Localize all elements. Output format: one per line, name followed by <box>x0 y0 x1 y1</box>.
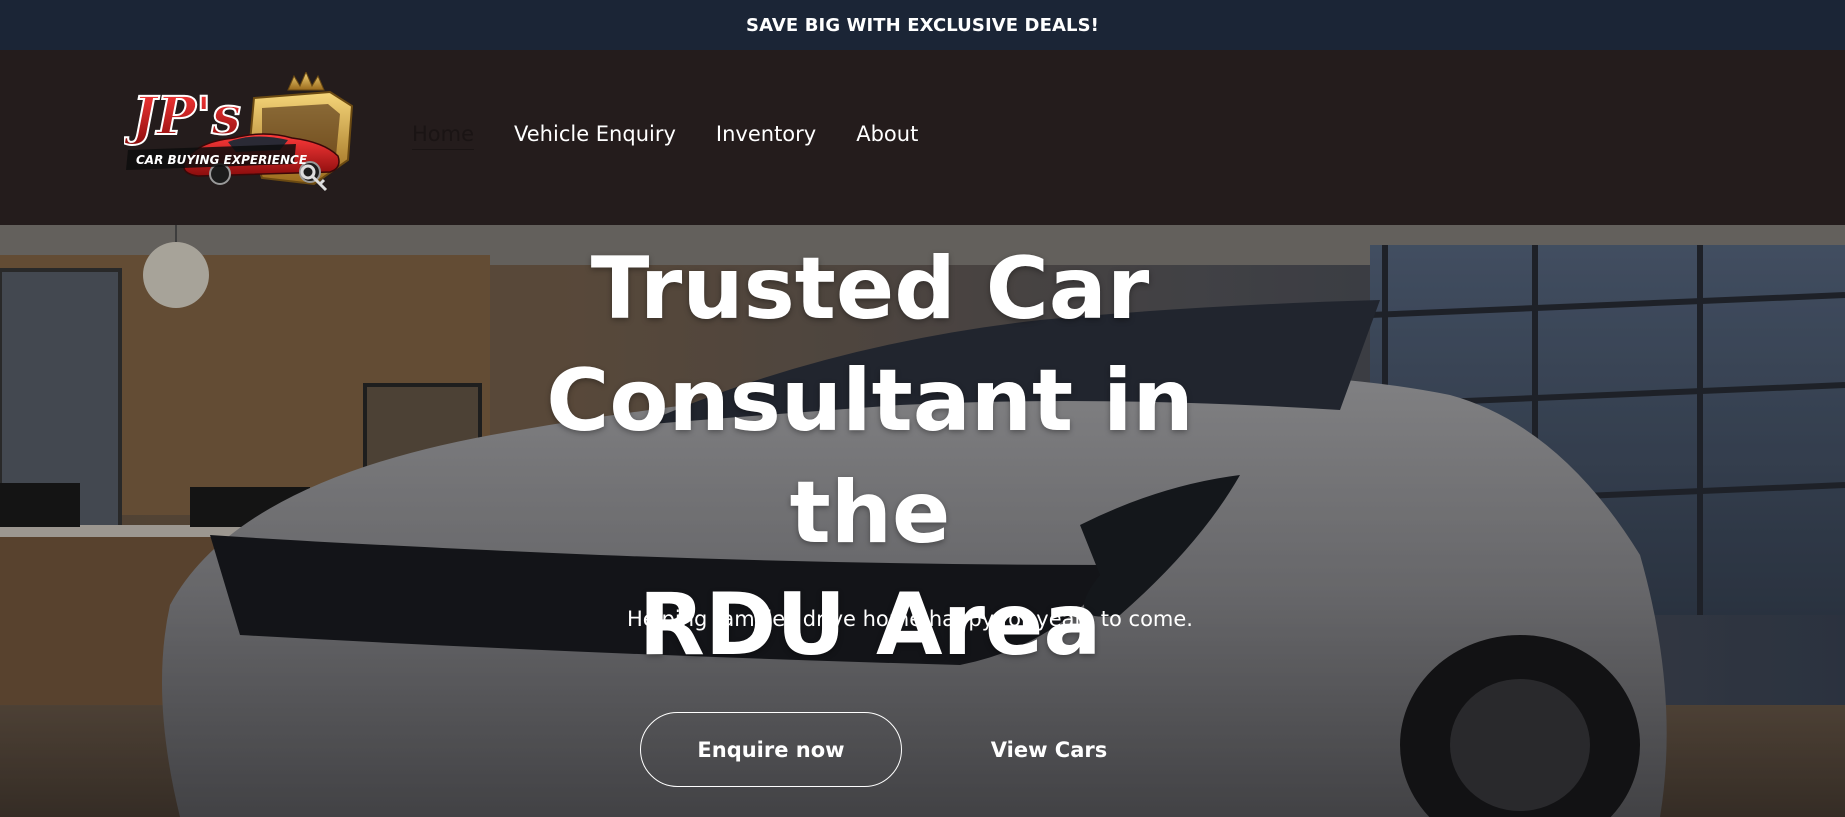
hero-section: Trusted Car Consultant in the RDU Area H… <box>0 225 1845 817</box>
enquire-now-button[interactable]: Enquire now <box>640 712 902 787</box>
announcement-text: SAVE BIG WITH EXCLUSIVE DEALS! <box>746 14 1099 36</box>
announcement-bar: SAVE BIG WITH EXCLUSIVE DEALS! <box>0 0 1845 50</box>
nav-link-vehicle-enquiry[interactable]: Vehicle Enquiry <box>514 122 676 150</box>
nav-link-inventory[interactable]: Inventory <box>716 122 816 150</box>
nav-link-home[interactable]: Home <box>412 122 475 150</box>
logo-tagline: CAR BUYING EXPERIENCE <box>136 153 308 167</box>
hero-title-line-2: Consultant in the <box>546 351 1194 563</box>
site-header: JP's CAR BUYING EXPERIENCE Home Vehicle … <box>0 50 1845 225</box>
logo-image: JP's CAR BUYING EXPERIENCE <box>122 70 354 192</box>
hero-subtitle: Helping families drive home happy for ye… <box>627 607 1193 631</box>
site-logo[interactable]: JP's CAR BUYING EXPERIENCE <box>122 70 360 194</box>
hero-title-line-1: Trusted Car <box>590 239 1150 339</box>
main-nav: Home Vehicle Enquiry Inventory About <box>412 122 958 150</box>
logo-brand-text: JP's <box>124 86 241 147</box>
nav-link-about[interactable]: About <box>856 122 918 150</box>
view-cars-button[interactable]: View Cars <box>960 712 1138 787</box>
